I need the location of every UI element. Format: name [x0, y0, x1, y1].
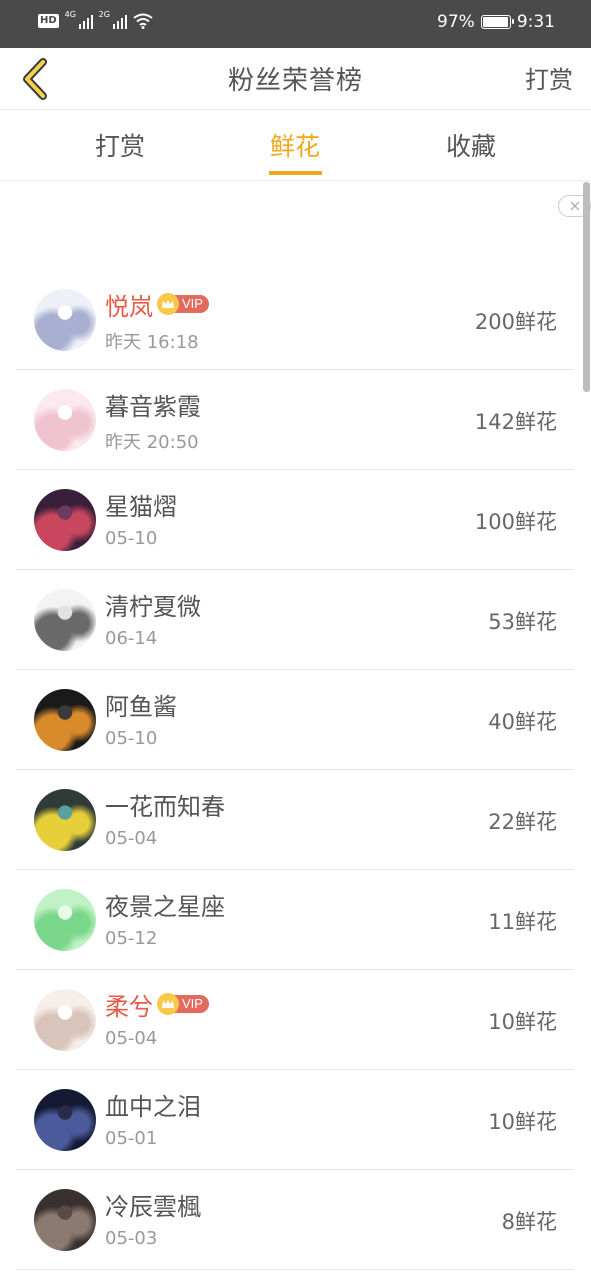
flower-count: 10鲜花	[488, 1010, 557, 1034]
name-line: 血中之泪	[105, 1088, 201, 1121]
flower-count: 40鲜花	[488, 710, 557, 734]
header: 粉丝荣誉榜 打赏	[0, 48, 591, 110]
hd-voice-icon: HD	[38, 14, 59, 28]
fan-date: 05-03	[105, 1228, 158, 1249]
fan-name: 血中之泪	[105, 1092, 201, 1121]
fan-name: 柔兮	[105, 992, 153, 1021]
avatar[interactable]	[34, 789, 96, 851]
flower-count: 11鲜花	[488, 910, 557, 934]
signal-strength-icon: 4G	[64, 10, 93, 29]
flower-count: 100鲜花	[474, 510, 557, 534]
status-bar-right: 97% 9:31	[437, 12, 555, 32]
list-item[interactable]: 暮音紫霞 昨天 20:50 142鲜花	[0, 370, 591, 470]
name-line: 一花而知春	[105, 788, 225, 821]
name-line: 星猫熠	[105, 488, 177, 521]
fan-name: 一花而知春	[105, 792, 225, 821]
tab-tips[interactable]: 打赏	[80, 127, 160, 163]
battery-icon	[480, 15, 514, 29]
list-item[interactable]: 清柠夏微 06-14 53鲜花	[0, 570, 591, 670]
name-line: 悦岚 VIP	[105, 288, 209, 321]
name-line: 柔兮 VIP	[105, 988, 209, 1021]
fan-date: 06-14	[105, 628, 158, 649]
fan-name: 悦岚	[105, 292, 153, 321]
avatar[interactable]	[34, 689, 96, 751]
fan-date: 昨天 20:50	[105, 432, 199, 453]
name-line: 暮音紫霞	[105, 388, 201, 421]
avatar[interactable]	[34, 1189, 96, 1251]
flower-count: 53鲜花	[488, 610, 557, 634]
list-item[interactable]: 夜景之星座 05-12 11鲜花	[0, 870, 591, 970]
signal-strength-icon: 2G	[98, 10, 127, 29]
status-bar: HD 4G 2G 97% 9:31	[0, 0, 591, 48]
crown-icon	[157, 293, 179, 315]
fan-date: 05-04	[105, 828, 158, 849]
fan-date: 05-04	[105, 1028, 158, 1049]
fan-name: 清柠夏微	[105, 592, 201, 621]
fan-date: 05-10	[105, 528, 158, 549]
wifi-icon	[133, 13, 153, 29]
page-title: 粉丝荣誉榜	[227, 66, 363, 96]
flower-count: 142鲜花	[474, 410, 557, 434]
name-line: 夜景之星座	[105, 888, 225, 921]
fan-name: 冷辰雲楓	[105, 1192, 201, 1221]
list-item[interactable]: 悦岚 VIP 昨天 16:18 200鲜花	[0, 270, 591, 370]
avatar[interactable]	[34, 1089, 96, 1151]
list-item[interactable]: 柔兮 VIP 05-04 10鲜花	[0, 970, 591, 1070]
avatar[interactable]	[34, 589, 96, 651]
flower-count: 8鲜花	[501, 1210, 557, 1234]
list-item[interactable]: 星猫熠 05-10 100鲜花	[0, 470, 591, 570]
close-icon	[570, 201, 579, 211]
battery-fill	[482, 17, 509, 27]
list-item[interactable]: 阿鱼酱 05-10 40鲜花	[0, 670, 591, 770]
list-item[interactable]: 冷辰雲楓 05-03 8鲜花	[0, 1170, 591, 1270]
tab-favorites[interactable]: 收藏	[431, 127, 511, 163]
avatar[interactable]	[34, 889, 96, 951]
list-item[interactable]: 血中之泪 05-01 10鲜花	[0, 1070, 591, 1170]
network-type-label: 4G	[64, 10, 76, 19]
avatar[interactable]	[34, 489, 96, 551]
flower-count: 22鲜花	[488, 810, 557, 834]
divider	[16, 1269, 574, 1270]
fan-name: 暮音紫霞	[105, 392, 201, 421]
fan-date: 昨天 16:18	[105, 332, 199, 353]
fan-ranking-list: 悦岚 VIP 昨天 16:18 200鲜花 暮音紫霞 昨天 20:50 142鲜…	[0, 270, 591, 1270]
active-tab-indicator	[269, 171, 322, 175]
name-line: 阿鱼酱	[105, 688, 177, 721]
crown-icon	[157, 993, 179, 1015]
tab-flowers[interactable]: 鲜花	[255, 127, 335, 163]
clock: 9:31	[516, 12, 555, 32]
network-type-label: 2G	[98, 10, 110, 19]
flower-count: 10鲜花	[488, 1110, 557, 1134]
fan-date: 05-01	[105, 1128, 158, 1149]
tab-bar: 打赏 鲜花 收藏	[0, 111, 591, 181]
name-line: 冷辰雲楓	[105, 1188, 201, 1221]
battery-percent: 97%	[437, 12, 475, 32]
fan-name: 星猫熠	[105, 492, 177, 521]
avatar[interactable]	[34, 289, 96, 351]
name-line: 清柠夏微	[105, 588, 201, 621]
status-bar-left: HD 4G 2G	[38, 10, 153, 29]
tip-button[interactable]: 打赏	[525, 60, 573, 95]
avatar[interactable]	[34, 989, 96, 1051]
fan-name: 阿鱼酱	[105, 692, 177, 721]
avatar[interactable]	[34, 389, 96, 451]
flower-count: 200鲜花	[474, 310, 557, 334]
list-item[interactable]: 一花而知春 05-04 22鲜花	[0, 770, 591, 870]
fan-date: 05-10	[105, 728, 158, 749]
fan-name: 夜景之星座	[105, 892, 225, 921]
fan-date: 05-12	[105, 928, 158, 949]
